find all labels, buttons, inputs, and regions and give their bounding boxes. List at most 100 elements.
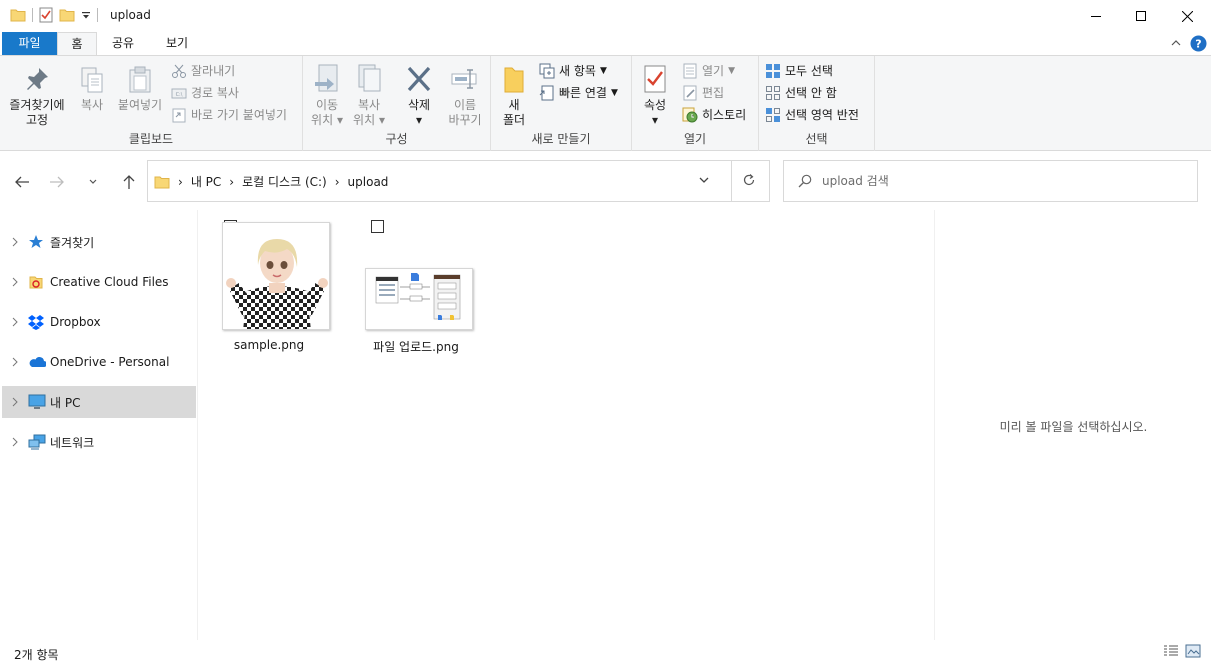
nav-item-this-pc[interactable]: 내 PC [2,386,196,418]
paste-label: 붙여넣기 [117,98,163,112]
navigation-pane: 즐겨찾기 Creative Cloud Files Dropbox OneDri… [0,210,198,640]
easy-access-icon [539,85,554,100]
pin-label-2: 고정 [25,113,49,127]
expand-chevron-icon[interactable] [2,277,28,287]
title-bar: upload [0,0,1211,32]
up-arrow-icon[interactable] [120,173,138,191]
recent-locations-chevron-icon[interactable] [84,173,102,191]
new-folder-icon[interactable] [59,8,75,22]
file-item[interactable]: sample.png [204,210,334,360]
nav-item-label: OneDrive - Personal [50,355,170,369]
delete-dropdown-icon[interactable]: ▾ [399,113,439,128]
breadcrumb-item[interactable]: 내 PC [191,173,221,190]
properties-check-icon [638,64,672,94]
close-button[interactable] [1164,0,1210,32]
file-list: sample.png 파일 업로드.png [199,210,934,640]
edit-label: 편집 [702,86,725,100]
expand-chevron-icon[interactable] [2,437,28,447]
breadcrumb-separator-icon[interactable]: › [178,175,183,189]
easy-access-button[interactable]: 빠른 연결 ▼ [539,84,618,101]
maximize-button[interactable] [1118,0,1164,32]
ribbon: 즐겨찾기에 고정 복사 붙여넣기 잘라내기 C:\ 경로 복사 바로 가기 붙여… [0,55,1211,151]
nav-item-network[interactable]: 네트워크 [2,426,196,458]
copy-to-label-2: 위치 ▾ [353,113,385,127]
nav-item-label: 즐겨찾기 [50,235,95,250]
breadcrumb-separator-icon[interactable]: › [229,175,234,189]
address-bar[interactable]: › 내 PC › 로컬 디스크 (C:) › upload [147,160,770,202]
help-icon[interactable]: ? [1190,35,1207,52]
tab-view[interactable]: 보기 [157,32,197,55]
tab-share[interactable]: 공유 [103,32,143,55]
new-folder-label-1: 새 [508,98,520,112]
search-input[interactable] [822,172,1182,190]
invert-selection-button[interactable]: 선택 영역 반전 [765,106,859,123]
paste-button[interactable]: 붙여넣기 [112,66,168,113]
new-item-label: 새 항목 [559,64,596,78]
group-select: 모두 선택 선택 안 함 선택 영역 반전 선택 [759,56,875,151]
tab-home[interactable]: 홈 [57,32,97,55]
open-button[interactable]: 열기 ▼ [682,62,735,79]
select-all-icon [766,63,780,78]
copy-label: 복사 [80,98,104,112]
tab-file[interactable]: 파일 [2,32,57,55]
group-label-new: 새로 만들기 [531,132,591,146]
group-label-organize: 구성 [385,132,408,146]
rename-button[interactable]: 이름 바꾸기 [443,64,487,128]
network-icon [28,434,50,450]
pin-quick-access-button[interactable]: 즐겨찾기에 고정 [4,66,70,128]
view-switcher [1163,644,1201,658]
copy-path-button[interactable]: C:\ 경로 복사 [171,84,239,101]
nav-item-onedrive[interactable]: OneDrive - Personal [2,346,196,378]
file-item[interactable]: 파일 업로드.png [351,210,481,360]
copy-button[interactable]: 복사 [74,66,110,113]
expand-chevron-icon[interactable] [2,357,28,367]
expand-chevron-icon[interactable] [2,237,28,247]
back-arrow-icon[interactable] [13,173,31,191]
file-name: sample.png [233,338,305,352]
select-none-icon [766,85,780,100]
properties-dropdown-icon[interactable]: ▾ [638,113,672,128]
paste-shortcut-button[interactable]: 바로 가기 붙여넣기 [171,106,287,123]
customize-qat-icon[interactable] [81,10,91,20]
breadcrumb-item[interactable]: upload [348,175,389,189]
edit-button[interactable]: 편집 [682,84,724,101]
copy-to-button[interactable]: 복사 위치 ▾ [351,64,387,128]
minimize-button[interactable] [1073,0,1119,32]
copy-icon [74,66,110,94]
move-to-label-2: 위치 ▾ [311,113,343,127]
paste-shortcut-icon [172,108,186,122]
select-none-button[interactable]: 선택 안 함 [765,84,837,101]
file-checkbox[interactable] [371,220,384,233]
search-box[interactable] [783,160,1198,202]
address-dropdown-chevron-icon[interactable] [698,174,710,186]
move-to-button[interactable]: 이동 위치 ▾ [309,64,345,128]
dropbox-icon [28,314,50,330]
nav-item-quick-access[interactable]: 즐겨찾기 [2,226,196,258]
item-count: 2개 항목 [14,648,59,662]
group-label-select: 선택 [805,132,828,146]
new-folder-button[interactable]: 새 폴더 [497,64,531,128]
new-item-button[interactable]: 새 항목 ▼ [539,62,607,79]
new-folder-large-icon [497,64,531,94]
properties-icon[interactable] [39,7,53,23]
details-view-icon[interactable] [1163,644,1179,658]
forward-arrow-icon[interactable] [48,173,66,191]
large-icons-view-icon[interactable] [1185,644,1201,658]
select-all-button[interactable]: 모두 선택 [765,62,833,79]
group-organize: 이동 위치 ▾ 복사 위치 ▾ 삭제 ▾ 이름 바꾸기 구성 [303,56,491,151]
refresh-icon[interactable] [742,173,756,187]
expand-chevron-icon[interactable] [2,317,28,327]
collapse-ribbon-icon[interactable] [1170,37,1182,49]
group-open: 속성 ▾ 열기 ▼ 편집 히스토리 열기 [632,56,759,151]
properties-button[interactable]: 속성 ▾ [638,64,672,128]
nav-item-dropbox[interactable]: Dropbox [2,306,196,338]
delete-button[interactable]: 삭제 ▾ [399,64,439,128]
nav-item-creative-cloud[interactable]: Creative Cloud Files [2,266,196,298]
pin-icon [4,66,70,94]
expand-chevron-icon[interactable] [2,397,28,407]
cut-button[interactable]: 잘라내기 [171,62,235,79]
folder-icon [10,8,26,22]
breadcrumb-item[interactable]: 로컬 디스크 (C:) [242,173,327,190]
history-button[interactable]: 히스토리 [682,106,746,123]
breadcrumb-separator-icon[interactable]: › [335,175,340,189]
